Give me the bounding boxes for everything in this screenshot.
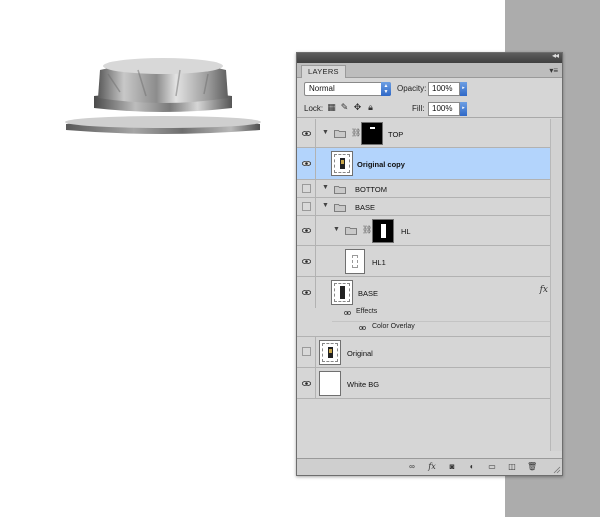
mask-thumbnail[interactable] (372, 219, 394, 243)
layer-row-white-bg[interactable]: White BG (297, 368, 562, 399)
layer-thumbnail[interactable] (319, 340, 341, 365)
folder-icon (334, 204, 346, 212)
trash-icon[interactable]: 🗑︎ (527, 462, 537, 472)
expand-triangle-icon[interactable]: ▼ (322, 129, 329, 136)
layer-row-hl[interactable]: ▼ ⛓ HL (297, 216, 562, 246)
visibility-cell[interactable] (297, 337, 316, 367)
blend-mode-value: Normal (309, 84, 335, 93)
collapse-panel-icon[interactable]: ◂◂ (552, 51, 559, 60)
layer-name[interactable]: HL (401, 227, 411, 236)
effects-eye-icon[interactable] (344, 311, 351, 315)
visibility-cell[interactable] (297, 216, 316, 245)
fx-icon[interactable]: fx (427, 462, 437, 472)
visibility-off-box[interactable] (302, 347, 311, 356)
lock-image-icon[interactable]: ✎ (340, 103, 349, 112)
layer-row-bottom[interactable]: ▼ BOTTOM (297, 180, 562, 198)
layer-row-hl1[interactable]: HL1 (297, 246, 562, 277)
add-mask-icon[interactable]: ◙ (447, 462, 457, 472)
eye-icon[interactable] (302, 228, 311, 233)
folder-icon (334, 186, 346, 194)
layers-panel: ◂◂ LAYERS ▾≡ Normal ▲ ▼ Opacity: 100% ▸ L… (296, 51, 563, 476)
eye-icon[interactable] (302, 161, 311, 166)
visibility-cell[interactable] (297, 198, 316, 215)
tab-layers[interactable]: LAYERS (301, 65, 346, 78)
eye-icon[interactable] (302, 259, 311, 264)
layer-row-original[interactable]: Original (297, 337, 562, 368)
color-overlay-eye-icon[interactable] (359, 326, 366, 330)
resize-grip-icon[interactable] (553, 466, 561, 474)
opacity-input[interactable]: 100% (428, 82, 460, 96)
layer-name[interactable]: Original copy (357, 160, 405, 169)
select-arrows-icon[interactable]: ▲ ▼ (381, 82, 391, 96)
layer-name[interactable]: BOTTOM (355, 185, 387, 194)
lock-position-icon[interactable]: ✥ (353, 103, 362, 112)
layer-row-base[interactable]: BASE fx ▲ Effects Color Overlay (297, 277, 562, 337)
eye-icon[interactable] (302, 381, 311, 386)
layer-row-top[interactable]: ▼ ⛓ TOP (297, 119, 562, 148)
visibility-cell[interactable] (297, 246, 316, 276)
visibility-cell[interactable] (297, 148, 316, 179)
fill-dropdown-icon[interactable]: ▸ (460, 102, 467, 116)
mask-thumbnail[interactable] (361, 122, 383, 145)
eye-icon[interactable] (302, 290, 311, 295)
link-layers-icon[interactable]: ∞ (407, 462, 417, 472)
eye-icon[interactable] (302, 131, 311, 136)
lock-label: Lock: (304, 104, 324, 113)
new-group-icon[interactable]: ▭ (487, 462, 497, 472)
effect-color-overlay[interactable]: Color Overlay (372, 323, 415, 330)
layer-thumbnail[interactable] (331, 151, 353, 176)
visibility-off-box[interactable] (302, 202, 311, 211)
opacity-dropdown-icon[interactable]: ▸ (460, 82, 467, 96)
fx-badge[interactable]: fx (540, 285, 548, 295)
visibility-cell[interactable] (297, 180, 316, 197)
adjustment-layer-icon[interactable]: ◐ (467, 462, 477, 472)
blend-mode-select[interactable]: Normal ▲ ▼ (304, 82, 391, 96)
visibility-off-box[interactable] (302, 184, 311, 193)
metal-cap-image (65, 58, 261, 134)
panel-titlebar[interactable]: ◂◂ (297, 51, 562, 63)
lock-transparent-icon[interactable]: ▦ (327, 103, 336, 112)
opacity-label: Opacity: (397, 84, 427, 93)
layer-thumbnail[interactable] (345, 249, 365, 274)
layer-row-base-group[interactable]: ▼ BASE (297, 198, 562, 216)
panel-menu-icon[interactable]: ▾≡ (549, 66, 558, 75)
mask-link-icon[interactable]: ⛓ (351, 128, 361, 137)
layer-name[interactable]: HL1 (372, 258, 386, 267)
layer-thumbnail[interactable] (319, 371, 341, 396)
folder-icon (345, 227, 357, 235)
mask-link-icon[interactable]: ⛓ (362, 225, 372, 234)
fill-input[interactable]: 100% (428, 102, 460, 116)
panel-bottom-bar: ∞ fx ◙ ◐ ▭ ◫ 🗑︎ (297, 458, 562, 475)
layer-thumbnail[interactable] (331, 280, 353, 305)
expand-triangle-icon[interactable]: ▼ (322, 184, 329, 191)
effects-label: Effects (356, 308, 378, 315)
expand-triangle-icon[interactable]: ▼ (333, 226, 340, 233)
new-layer-icon[interactable]: ◫ (507, 462, 517, 472)
visibility-cell[interactable] (297, 119, 316, 147)
lock-all-icon[interactable]: 🔒︎ (366, 103, 375, 112)
blend-row: Normal ▲ ▼ Opacity: 100% ▸ (297, 80, 562, 100)
visibility-cell[interactable] (297, 368, 316, 398)
expand-triangle-icon[interactable]: ▼ (322, 202, 329, 209)
layer-name[interactable]: TOP (388, 130, 403, 139)
layer-name[interactable]: BASE (355, 203, 375, 212)
layers-scrollbar[interactable] (550, 119, 562, 451)
layers-list: ▼ ⛓ TOP Original copy ▼ BOTTOM ▼ BASE ▼ … (297, 119, 562, 451)
layer-row-original-copy[interactable]: Original copy (297, 148, 562, 180)
layer-name[interactable]: BASE (358, 289, 378, 298)
panel-tab-row: LAYERS ▾≡ (297, 63, 562, 78)
layer-name[interactable]: White BG (347, 380, 379, 389)
lock-row: Lock: ▦ ✎ ✥ 🔒︎ Fill: 100% ▸ (297, 100, 562, 118)
layer-name[interactable]: Original (347, 349, 373, 358)
fill-label: Fill: (412, 104, 425, 113)
folder-icon (334, 130, 346, 138)
visibility-cell[interactable] (297, 277, 316, 308)
